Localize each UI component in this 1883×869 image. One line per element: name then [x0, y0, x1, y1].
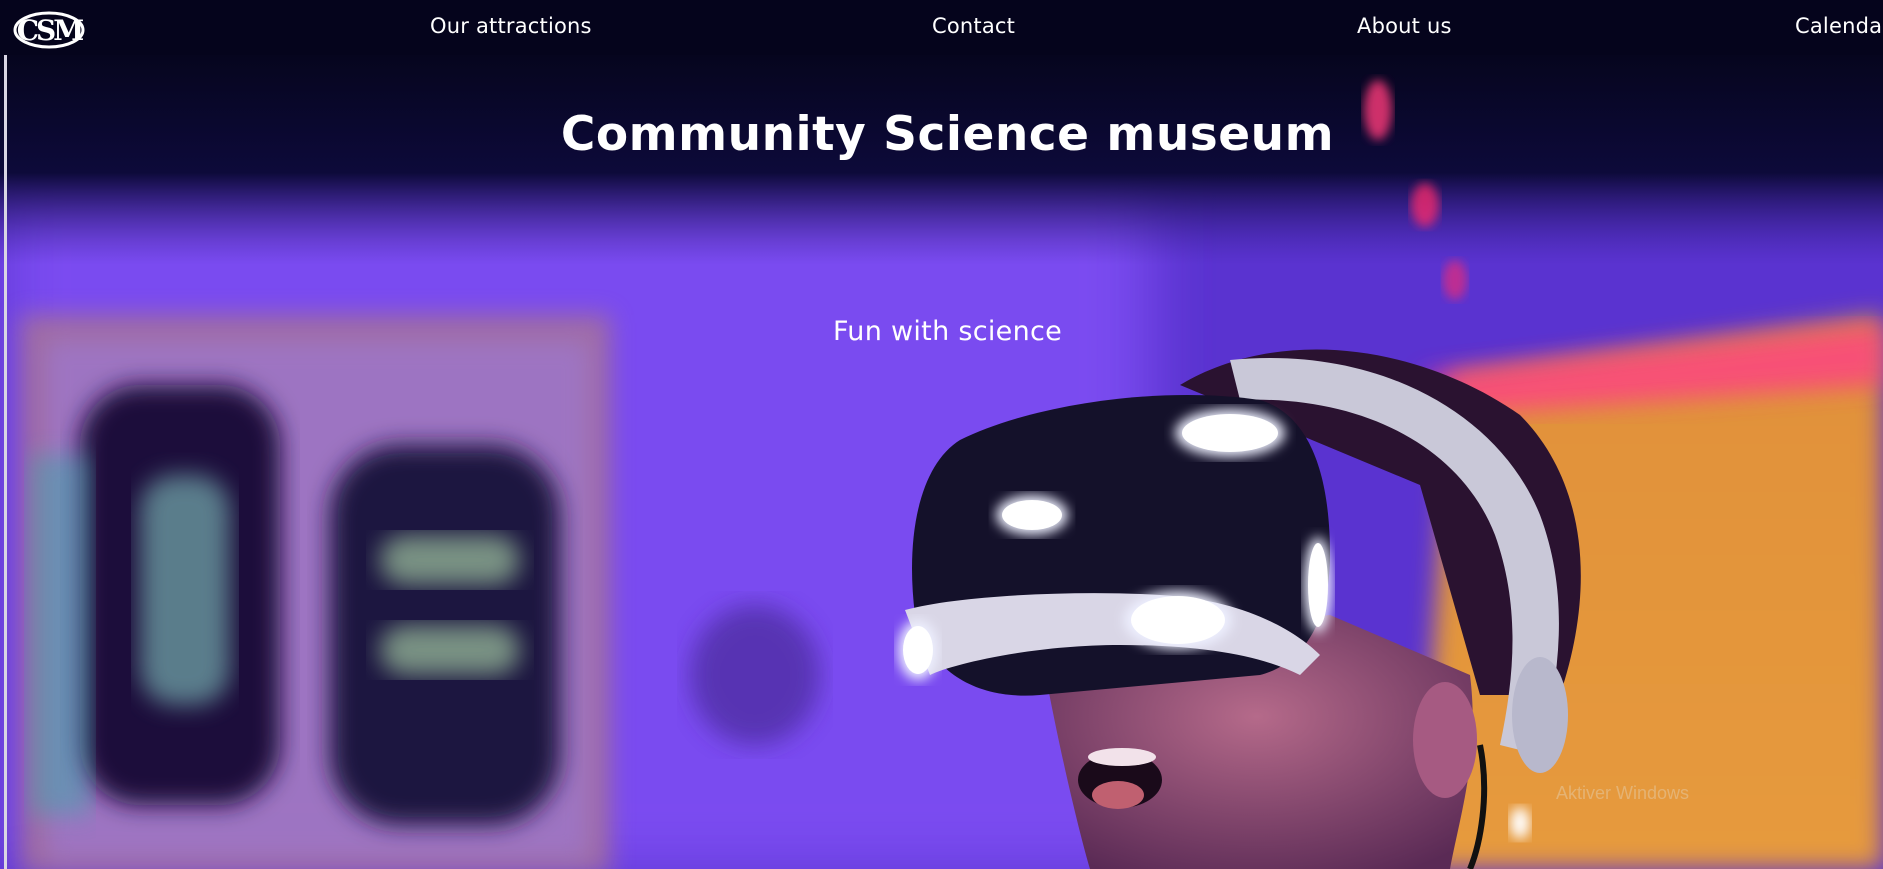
- top-navigation: CSM Our attractions Contact About us Cal…: [0, 0, 1883, 55]
- page: CSM Our attractions Contact About us Cal…: [0, 0, 1883, 869]
- csm-logo[interactable]: CSM: [13, 10, 85, 50]
- hero-title: Community Science museum: [560, 107, 1335, 162]
- logo-text: CSM: [17, 14, 84, 47]
- hero-subtitle: Fun with science: [832, 316, 1063, 347]
- windows-activation-watermark: Aktiver Windows: [1556, 783, 1690, 803]
- nav-contact[interactable]: Contact: [932, 14, 1015, 38]
- nav-about-us[interactable]: About us: [1357, 14, 1452, 38]
- nav-our-attractions[interactable]: Our attractions: [430, 14, 592, 38]
- hero-section: Community Science museum Fun with scienc…: [0, 55, 1883, 869]
- left-edge-line: [4, 55, 7, 869]
- nav-calendar[interactable]: Calenda: [1795, 14, 1882, 38]
- vr-headset-photo: [0, 55, 1883, 869]
